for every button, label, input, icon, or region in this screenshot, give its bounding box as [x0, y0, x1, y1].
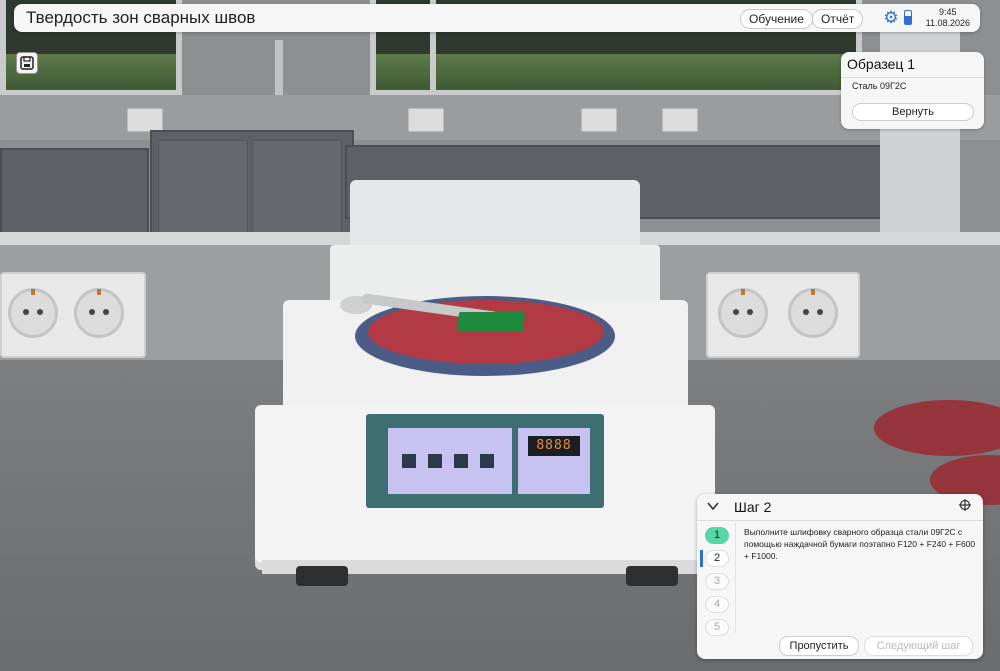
wall-outlet	[581, 108, 617, 132]
step-title: Шаг 2	[734, 499, 772, 515]
skip-button[interactable]: Пропустить	[779, 636, 859, 656]
panel-keypad	[388, 428, 512, 494]
step-panel-header: Шаг 2	[697, 494, 983, 521]
step-item-2[interactable]: 2	[705, 550, 729, 567]
divider	[841, 77, 984, 78]
power-outlet-right	[706, 272, 860, 358]
training-button[interactable]: Обучение	[740, 9, 813, 29]
cabinet	[0, 148, 149, 242]
wall-outlet	[408, 108, 444, 132]
top-bar: Твердость зон сварных швов Обучение Отчё…	[14, 4, 980, 32]
sink-cabinet	[150, 130, 354, 244]
chevron-down-icon[interactable]	[707, 499, 719, 514]
step-item-1[interactable]: 1	[705, 527, 729, 544]
divider	[735, 522, 736, 633]
clock-time: 9:45	[939, 7, 957, 17]
current-step-marker	[700, 550, 703, 567]
return-button[interactable]: Вернуть	[852, 103, 974, 121]
step-panel: Шаг 2 1 2 3 4 5 Выполните шлифовку сварн…	[697, 494, 983, 659]
lcd-readout: 8888	[528, 436, 580, 456]
panel-key[interactable]	[402, 454, 416, 468]
clock-date: 11.08.2026	[925, 18, 970, 28]
panel-display: 8888	[518, 428, 590, 494]
step-item-3[interactable]: 3	[705, 573, 729, 590]
gear-icon[interactable]: ⚙	[882, 9, 900, 27]
save-button[interactable]	[16, 52, 38, 74]
wall-outlet	[662, 108, 698, 132]
save-icon	[20, 56, 34, 70]
panel-key[interactable]	[428, 454, 442, 468]
next-step-button[interactable]: Следующий шаг	[864, 636, 973, 656]
panel-key[interactable]	[480, 454, 494, 468]
sample-card: Образец 1 Сталь 09Г2С Вернуть	[841, 52, 984, 129]
step-item-5[interactable]: 5	[705, 619, 729, 636]
power-outlet-left	[0, 272, 146, 358]
sample-title: Образец 1	[847, 56, 916, 72]
phone-icon[interactable]	[904, 10, 912, 25]
clock: 9:45 11.08.2026	[926, 7, 970, 29]
step-instruction: Выполните шлифовку сварного образца стал…	[744, 527, 976, 561]
panel-key[interactable]	[454, 454, 468, 468]
grinder-foot	[296, 566, 348, 586]
weld-sample[interactable]	[456, 312, 526, 332]
control-panel: 8888	[366, 414, 604, 508]
wall-outlet	[127, 108, 163, 132]
report-button[interactable]: Отчёт	[812, 9, 864, 29]
sample-material: Сталь 09Г2С	[852, 81, 907, 91]
page-title: Твердость зон сварных швов	[26, 8, 256, 27]
step-item-4[interactable]: 4	[705, 596, 729, 613]
crosshair-icon[interactable]	[959, 499, 971, 511]
grinder-foot	[626, 566, 678, 586]
